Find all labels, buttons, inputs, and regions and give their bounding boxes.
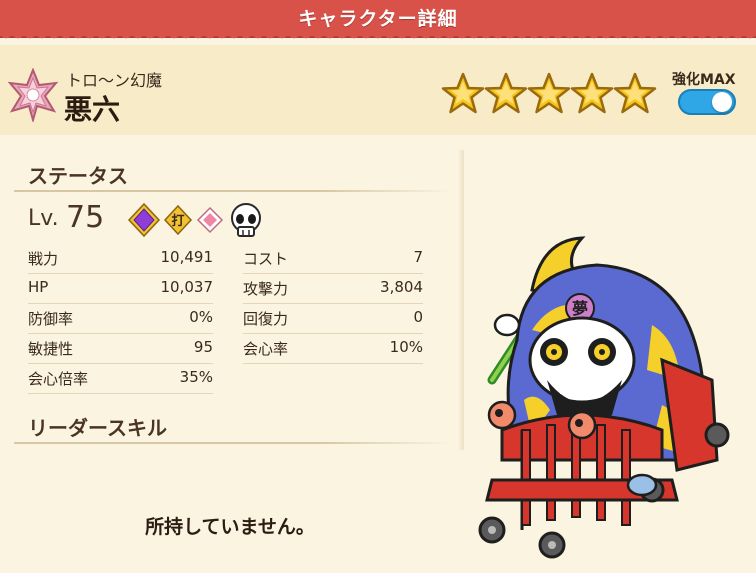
skull-tribe-icon: [231, 203, 261, 237]
stat-value: 95: [193, 338, 213, 356]
stat-label: コスト: [243, 250, 289, 268]
stat-value: 0%: [189, 308, 213, 326]
status-section-title: ステータス: [28, 164, 128, 188]
max-enhance-label: 強化MAX: [672, 72, 736, 88]
strike-attribute-icon: 打: [163, 204, 193, 236]
stat-row-power: 戦力 10,491: [28, 244, 213, 274]
stat-label: 回復力: [243, 310, 289, 328]
hood-emblem-text: 夢: [572, 299, 588, 318]
stat-value: 3,804: [380, 278, 423, 296]
stat-label: 敏捷性: [28, 340, 74, 358]
title-banner: キャラクター詳細: [0, 0, 756, 43]
stat-value: 0: [413, 308, 423, 326]
trait-icons: 打: [128, 203, 261, 238]
stat-label: 会心率: [243, 340, 289, 358]
rarity-stars: [441, 72, 659, 122]
stat-value: 35%: [179, 368, 213, 386]
flower-badge-icon: [7, 68, 59, 122]
strike-attribute-text: 打: [171, 213, 184, 229]
star-icon: [527, 72, 571, 114]
leader-skill-underline: [14, 442, 454, 444]
stat-value: 10,491: [160, 248, 214, 266]
leader-skill-empty-text: 所持していません。: [145, 516, 315, 538]
stat-value: 10,037: [160, 278, 214, 296]
stat-row-hp: HP 10,037: [28, 274, 213, 304]
toggle-knob: [712, 92, 732, 112]
stat-value: 7: [413, 248, 423, 266]
stat-label: 攻撃力: [243, 280, 289, 298]
stat-label: 会心倍率: [28, 370, 89, 388]
stat-row-recovery: 回復力 0: [243, 304, 423, 334]
level-value: 75: [66, 200, 105, 235]
star-icon: [570, 72, 614, 114]
stat-label: HP: [28, 278, 49, 296]
max-enhance-toggle[interactable]: [678, 89, 736, 115]
level-label: Lv.: [28, 206, 59, 231]
status-section-underline: [14, 190, 454, 192]
leader-skill-title: リーダースキル: [28, 416, 167, 440]
stat-row-cost: コスト 7: [243, 244, 423, 274]
star-icon: [613, 72, 657, 114]
stat-row-crit-rate: 会心率 10%: [243, 334, 423, 364]
character-name: 悪六: [64, 93, 121, 126]
star-icon: [441, 72, 485, 114]
stat-row-attack: 攻撃力 3,804: [243, 274, 423, 304]
stat-label: 戦力: [28, 250, 59, 268]
star-icon: [484, 72, 528, 114]
screen-title: キャラクター詳細: [298, 8, 458, 30]
stat-row-crit-multiplier: 会心倍率 35%: [28, 364, 213, 394]
stat-value: 10%: [389, 338, 423, 356]
skeleton-on-chair-illustration: 夢: [478, 236, 730, 559]
stat-row-agility: 敏捷性 95: [28, 334, 213, 364]
banner-scallop: [0, 33, 756, 43]
stat-label: 防御率: [28, 310, 74, 328]
stat-row-defense-rate: 防御率 0%: [28, 304, 213, 334]
purple-gem-icon: [128, 203, 161, 238]
pink-diamond-icon: [196, 206, 224, 234]
